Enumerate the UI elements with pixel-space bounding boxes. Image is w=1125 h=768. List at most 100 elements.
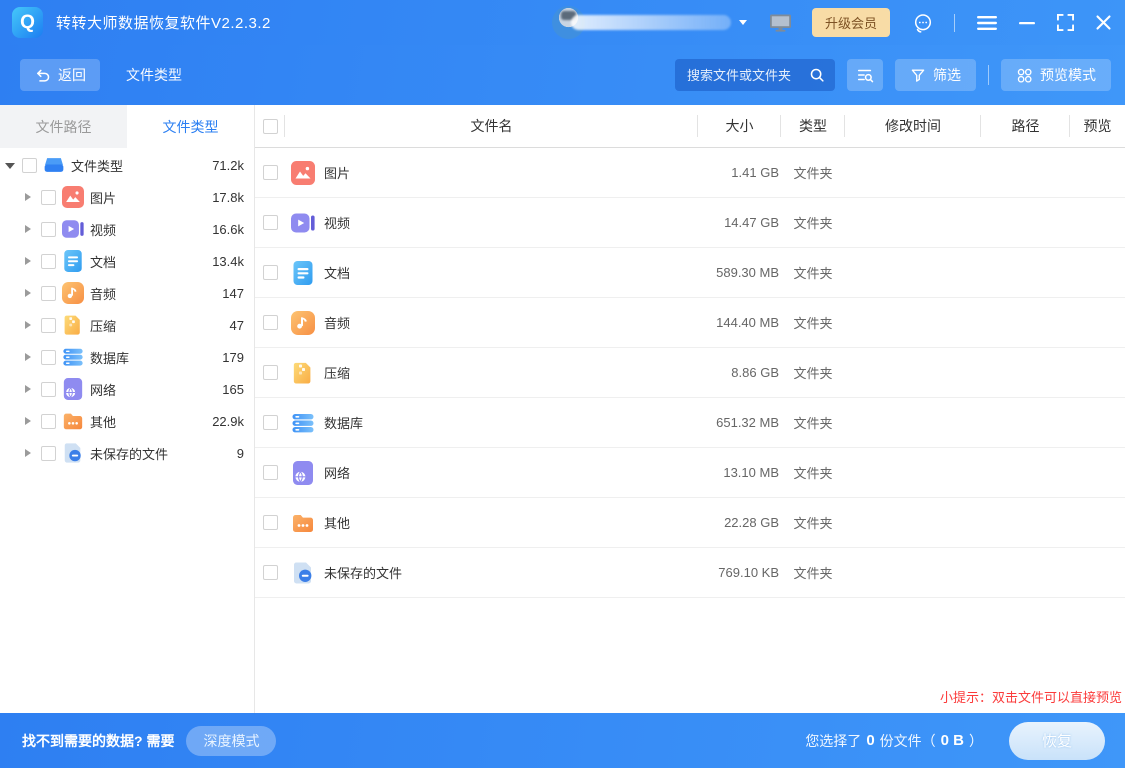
upgrade-member-button[interactable]: 升级会员 — [812, 8, 890, 37]
expand-arrow-icon[interactable] — [24, 288, 34, 298]
tree-checkbox[interactable] — [41, 222, 56, 237]
expand-arrow-icon[interactable] — [5, 160, 15, 170]
network-icon — [291, 461, 315, 485]
header-preview[interactable]: 预览 — [1070, 105, 1125, 147]
tree-item-count: 147 — [222, 286, 254, 301]
tree-item[interactable]: 数据库 179 — [0, 341, 254, 373]
table-row[interactable]: 视频 14.47 GB 文件夹 — [255, 198, 1125, 248]
tree-item[interactable]: 音频 147 — [0, 277, 254, 309]
grid-circles-icon — [1016, 67, 1033, 84]
tab-file-path[interactable]: 文件路径 — [0, 105, 127, 148]
search-input[interactable] — [687, 68, 809, 83]
row-size: 8.86 GB — [731, 365, 779, 380]
expand-arrow-icon[interactable] — [24, 448, 34, 458]
deep-mode-button[interactable]: 深度模式 — [186, 726, 276, 756]
table-row[interactable]: 图片 1.41 GB 文件夹 — [255, 148, 1125, 198]
expand-arrow-icon[interactable] — [24, 320, 34, 330]
tree-checkbox[interactable] — [41, 446, 56, 461]
header-path[interactable]: 路径 — [981, 105, 1070, 147]
other-icon — [62, 410, 84, 432]
menu-icon[interactable] — [977, 15, 997, 31]
tree-checkbox[interactable] — [41, 286, 56, 301]
expand-arrow-icon[interactable] — [24, 352, 34, 362]
tree-checkbox[interactable] — [41, 382, 56, 397]
table-body: 图片 1.41 GB 文件夹 视频 14.47 GB 文件夹 文档 589.30… — [255, 148, 1125, 713]
row-checkbox[interactable] — [263, 315, 278, 330]
row-name: 音频 — [324, 313, 350, 332]
customer-service-icon[interactable] — [912, 12, 934, 34]
recover-button[interactable]: 恢复 — [1009, 722, 1105, 760]
tab-file-type[interactable]: 文件类型 — [127, 105, 254, 148]
tree-item-count: 13.4k — [212, 254, 254, 269]
tree-checkbox[interactable] — [41, 190, 56, 205]
table-row[interactable]: 其他 22.28 GB 文件夹 — [255, 498, 1125, 548]
tree-item[interactable]: 未保存的文件 9 — [0, 437, 254, 469]
list-search-icon — [856, 66, 874, 84]
maximize-icon[interactable] — [1057, 14, 1074, 31]
tree-checkbox[interactable] — [22, 158, 37, 173]
image-icon — [62, 186, 84, 208]
select-all-checkbox[interactable] — [263, 119, 278, 134]
row-checkbox[interactable] — [263, 215, 278, 230]
tree-item-count: 165 — [222, 382, 254, 397]
row-size: 13.10 MB — [723, 465, 779, 480]
list-search-button[interactable] — [847, 59, 883, 91]
monitor-icon[interactable] — [769, 13, 792, 33]
tree-checkbox[interactable] — [41, 254, 56, 269]
row-checkbox[interactable] — [263, 165, 278, 180]
table-row[interactable]: 文档 589.30 MB 文件夹 — [255, 248, 1125, 298]
archive-icon — [62, 314, 84, 336]
table-row[interactable]: 网络 13.10 MB 文件夹 — [255, 448, 1125, 498]
table-row[interactable]: 数据库 651.32 MB 文件夹 — [255, 398, 1125, 448]
video-icon — [291, 211, 315, 235]
expand-arrow-icon[interactable] — [24, 416, 34, 426]
header-type[interactable]: 类型 — [781, 105, 845, 147]
row-checkbox[interactable] — [263, 465, 278, 480]
minimize-icon[interactable] — [1019, 15, 1035, 31]
table-row[interactable]: 未保存的文件 769.10 KB 文件夹 — [255, 548, 1125, 598]
tree-item-count: 17.8k — [212, 190, 254, 205]
close-icon[interactable] — [1096, 15, 1111, 30]
back-button-label: 返回 — [58, 65, 86, 85]
table-header: 文件名 大小 类型 修改时间 路径 预览 — [255, 105, 1125, 148]
filter-button[interactable]: 筛选 — [895, 59, 976, 91]
document-icon — [291, 261, 315, 285]
row-checkbox[interactable] — [263, 365, 278, 380]
search-box — [675, 59, 835, 91]
row-checkbox[interactable] — [263, 565, 278, 580]
tree-item[interactable]: 文档 13.4k — [0, 245, 254, 277]
expand-arrow-icon[interactable] — [24, 192, 34, 202]
row-checkbox[interactable] — [263, 265, 278, 280]
tree-item[interactable]: 网络 165 — [0, 373, 254, 405]
chevron-down-icon[interactable] — [739, 20, 747, 25]
tree-item[interactable]: 压缩 47 — [0, 309, 254, 341]
expand-arrow-icon[interactable] — [24, 384, 34, 394]
back-button[interactable]: 返回 — [20, 59, 100, 91]
row-type: 文件夹 — [793, 263, 832, 282]
tree-checkbox[interactable] — [41, 350, 56, 365]
search-icon[interactable] — [809, 67, 825, 83]
header-modified[interactable]: 修改时间 — [845, 105, 981, 147]
row-checkbox[interactable] — [263, 415, 278, 430]
tree-item[interactable]: 文件类型 71.2k — [0, 149, 254, 181]
tree-checkbox[interactable] — [41, 414, 56, 429]
row-checkbox[interactable] — [263, 515, 278, 530]
selection-suffix: ） — [969, 731, 983, 751]
app-window: Q 转转大师数据恢复软件V2.2.3.2 升级会员 返回 文件类型 筛选 — [0, 0, 1125, 768]
row-size: 22.28 GB — [724, 515, 779, 530]
table-row[interactable]: 压缩 8.86 GB 文件夹 — [255, 348, 1125, 398]
expand-arrow-icon[interactable] — [24, 224, 34, 234]
table-row[interactable]: 音频 144.40 MB 文件夹 — [255, 298, 1125, 348]
tree-item[interactable]: 其他 22.9k — [0, 405, 254, 437]
header-size[interactable]: 大小 — [698, 105, 781, 147]
tree-checkbox[interactable] — [41, 318, 56, 333]
toolbar-divider — [988, 65, 989, 85]
row-name: 数据库 — [324, 413, 363, 432]
tree-item-count: 9 — [237, 446, 254, 461]
preview-mode-button[interactable]: 预览模式 — [1001, 59, 1111, 91]
expand-arrow-icon[interactable] — [24, 256, 34, 266]
header-name[interactable]: 文件名 — [285, 105, 698, 147]
tree-item[interactable]: 视频 16.6k — [0, 213, 254, 245]
tree-item[interactable]: 图片 17.8k — [0, 181, 254, 213]
file-type-tree: 文件类型 71.2k 图片 17.8k 视频 16.6k 文档 13.4k 音频… — [0, 148, 254, 713]
